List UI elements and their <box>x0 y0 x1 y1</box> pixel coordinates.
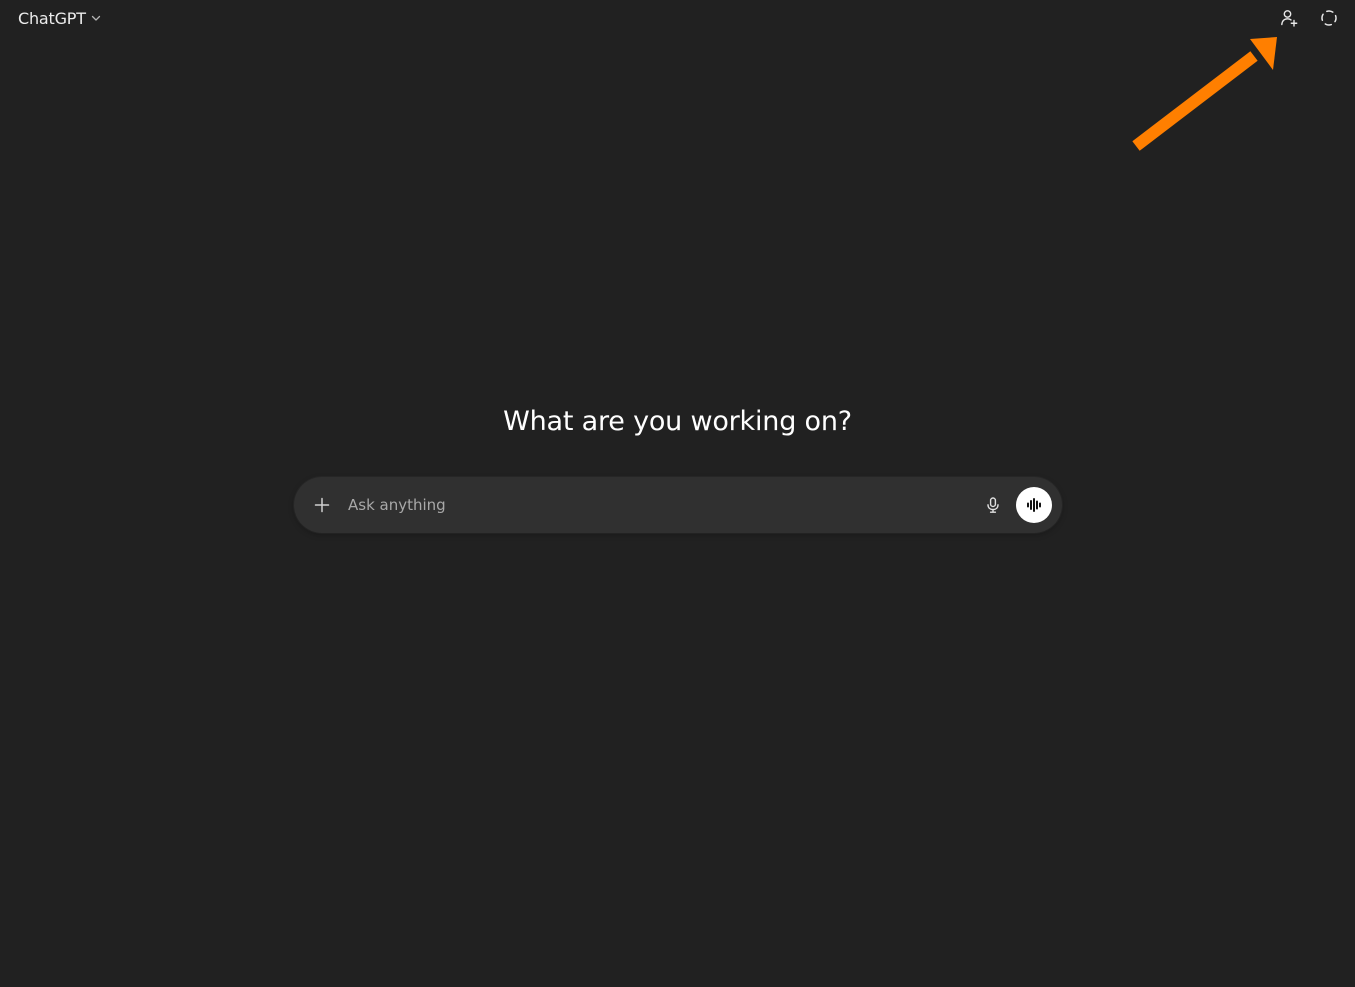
hero: What are you working on? <box>0 406 1355 437</box>
temporary-chat-button[interactable] <box>1315 5 1343 31</box>
chevron-down-icon <box>90 12 102 24</box>
chat-page: ChatGPT What are you working on? <box>0 0 1355 987</box>
arrow-annotation <box>1132 37 1277 151</box>
attach-button[interactable] <box>308 491 336 519</box>
composer <box>294 477 1062 533</box>
dictate-button[interactable] <box>978 490 1008 520</box>
page-title: What are you working on? <box>503 406 852 437</box>
prompt-input[interactable] <box>346 489 978 521</box>
microphone-icon <box>987 497 999 513</box>
voice-waveform-icon <box>1027 498 1041 512</box>
plus-icon <box>314 497 330 513</box>
voice-mode-button[interactable] <box>1016 487 1052 523</box>
model-selector-label: ChatGPT <box>18 8 86 28</box>
dashed-circle-icon <box>1321 10 1337 26</box>
add-people-button[interactable] <box>1275 5 1303 31</box>
model-selector[interactable]: ChatGPT <box>10 4 110 32</box>
person-plus-icon <box>1281 10 1298 27</box>
top-actions <box>1275 5 1343 31</box>
